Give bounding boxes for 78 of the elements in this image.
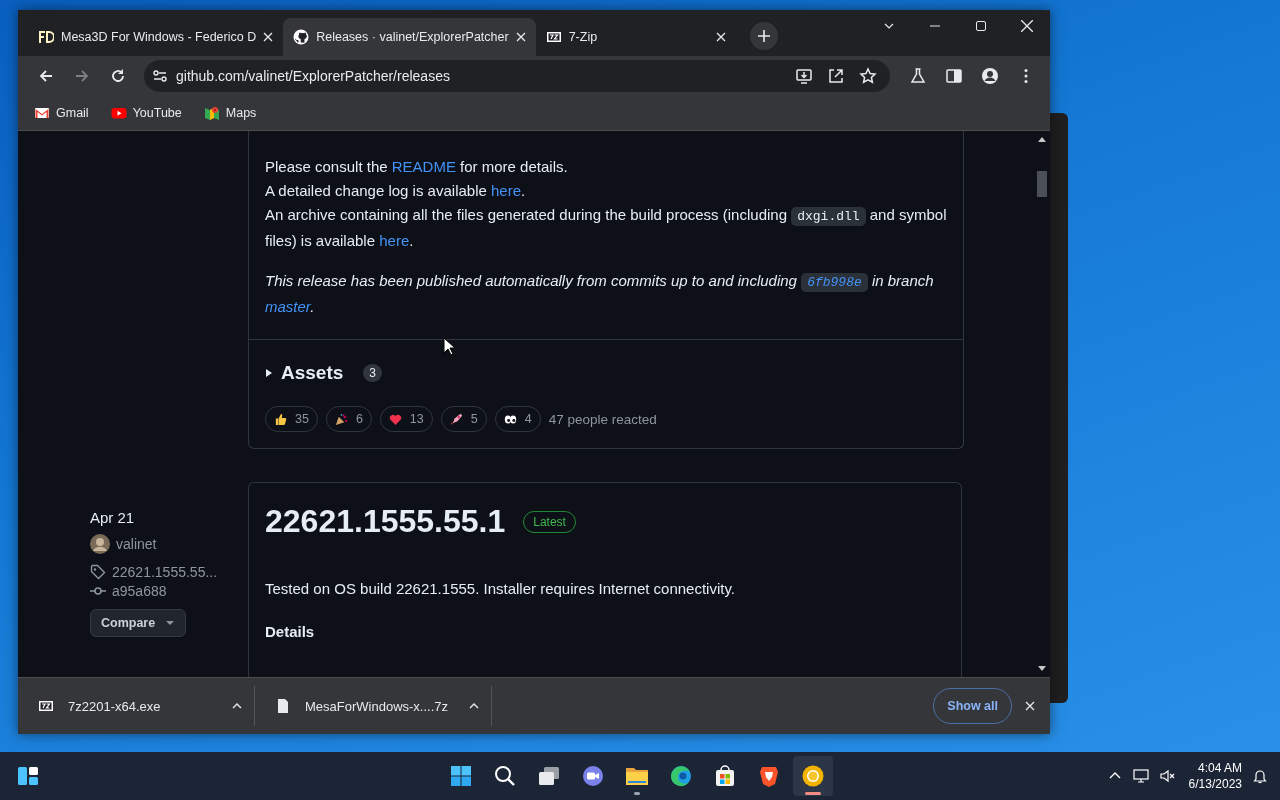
- release-date: Apr 21: [90, 509, 135, 526]
- bookmark[interactable]: Gmail: [30, 101, 93, 125]
- close-icon[interactable]: [263, 32, 274, 42]
- rocket-icon: [449, 412, 463, 426]
- commit-link[interactable]: a95a688: [112, 583, 167, 599]
- close-icon[interactable]: [1025, 701, 1035, 711]
- address-bar[interactable]: github.com/valinet/ExplorerPatcher/releases: [144, 60, 890, 92]
- heart-icon: [388, 412, 402, 426]
- inline-code: dxgi.dll: [791, 207, 866, 226]
- scrollbar[interactable]: [1034, 131, 1050, 677]
- task-view-icon[interactable]: [539, 767, 559, 785]
- volume-muted-icon[interactable]: [1158, 768, 1175, 784]
- folder-icon[interactable]: [626, 768, 648, 785]
- tag-link[interactable]: 22621.1555.55...: [112, 564, 218, 580]
- link[interactable]: here: [379, 232, 410, 249]
- reload-icon[interactable]: [109, 67, 127, 85]
- party-popper-icon: [334, 412, 348, 426]
- release-note: An archive containing all the files generated during the build process (including dxgi.dll and symbol files) is available here.: [265, 205, 947, 251]
- notification-bell-icon[interactable]: [1252, 768, 1268, 784]
- scroll-up-icon[interactable]: [1037, 135, 1047, 145]
- link[interactable]: master: [265, 298, 311, 315]
- lion-shield-icon[interactable]: [760, 767, 778, 787]
- clock[interactable]: 4:04 AM 6/13/2023: [1188, 760, 1242, 792]
- author-link[interactable]: valinet: [116, 536, 157, 552]
- commit-link[interactable]: 6fb998e: [801, 273, 868, 292]
- assets-count: 3: [363, 364, 382, 382]
- caret-icon: [165, 618, 176, 628]
- bookmark[interactable]: YouTube: [106, 101, 186, 125]
- download-item[interactable]: 7z2201-x64.exe: [18, 686, 255, 726]
- chevron-up-icon[interactable]: [232, 701, 242, 711]
- browser-tab[interactable]: 7-Zip: [535, 18, 736, 56]
- close-icon[interactable]: [515, 32, 526, 42]
- seven-zip-icon: [545, 29, 562, 45]
- reaction-summary: 47 people reacted: [548, 411, 657, 427]
- edge-browser-icon[interactable]: [671, 766, 691, 786]
- play-icon: [110, 105, 127, 121]
- map-pin-icon: [203, 105, 220, 121]
- plus-icon: [757, 30, 770, 42]
- scroll-down-icon[interactable]: [1037, 663, 1047, 673]
- maximize-icon[interactable]: [976, 21, 986, 31]
- browser-tab[interactable]: Releases · valinet/ExplorerPatcher: [283, 18, 536, 56]
- file-icon: [275, 698, 291, 714]
- link[interactable]: here: [491, 182, 522, 199]
- release-note: A detailed change log is available here.: [265, 181, 527, 201]
- mail-icon: [34, 105, 50, 121]
- store-bag-icon[interactable]: [716, 765, 734, 786]
- chevron-up-icon[interactable]: [469, 701, 479, 711]
- disclosure-triangle-icon[interactable]: [265, 369, 273, 377]
- close-icon[interactable]: [715, 32, 726, 42]
- compare-button[interactable]: Compare: [90, 609, 187, 637]
- close-icon[interactable]: [1021, 20, 1033, 32]
- new-tab-button[interactable]: [749, 22, 778, 50]
- canary-browser-icon[interactable]: [802, 765, 824, 787]
- release-note: Please consult the README for more details.: [265, 157, 569, 177]
- widgets-icon[interactable]: [16, 764, 40, 788]
- tag-icon: [90, 564, 106, 580]
- publish-note: This release has been published automatically from commits up to and including 6fb998e in branch master.: [265, 271, 935, 317]
- seven-zip-icon: [38, 698, 54, 714]
- site-settings-icon[interactable]: [152, 68, 168, 84]
- fd-logo-icon: [38, 29, 54, 45]
- release-description: Tested on OS build 22621.1555. Installer requires Internet connectivity.: [265, 580, 736, 597]
- bookmark[interactable]: Maps: [199, 101, 261, 125]
- assets-heading[interactable]: Assets: [281, 362, 344, 384]
- scroll-thumb[interactable]: [1037, 171, 1047, 197]
- chevron-down-icon[interactable]: [884, 21, 894, 31]
- mouse-cursor: [443, 337, 455, 356]
- release-title[interactable]: 22621.1555.55.1: [265, 503, 506, 540]
- browser-tab[interactable]: Mesa3D For Windows - Federico D: [28, 18, 284, 56]
- avatar: [90, 534, 110, 554]
- thumbs-up-icon: [274, 412, 287, 426]
- details-heading: Details: [265, 623, 316, 640]
- chat-icon[interactable]: [583, 766, 603, 786]
- link[interactable]: README: [391, 158, 456, 175]
- network-icon[interactable]: [1132, 768, 1149, 784]
- windows-start-icon[interactable]: [451, 766, 471, 786]
- search-icon[interactable]: [495, 766, 515, 786]
- download-item[interactable]: MesaForWindows-x....7z: [255, 686, 492, 726]
- octocat-icon: [293, 29, 310, 45]
